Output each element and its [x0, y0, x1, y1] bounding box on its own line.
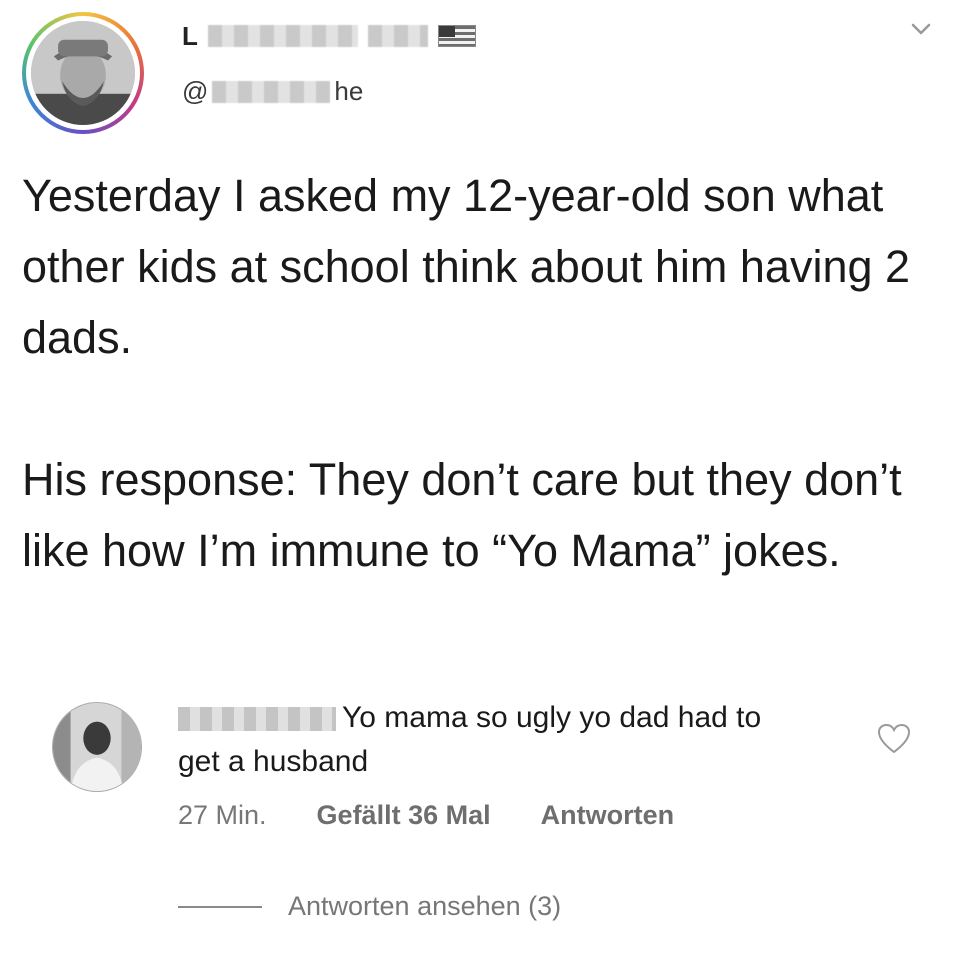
- handle-prefix: @: [182, 76, 209, 106]
- author-handle[interactable]: @ he: [182, 76, 476, 107]
- post-text: Yesterday I asked my 12-year-old son wha…: [22, 160, 938, 586]
- commenter-avatar[interactable]: [52, 702, 142, 792]
- redacted-name: [367, 25, 428, 47]
- heart-icon[interactable]: [876, 722, 912, 756]
- post-screenshot: L @ he Yesterday I asked my 12-year-old …: [0, 0, 960, 960]
- reply-button[interactable]: Antworten: [541, 800, 674, 831]
- redacted-commenter-name[interactable]: [178, 707, 336, 732]
- author-avatar-ring[interactable]: [22, 12, 144, 134]
- commenter-avatar-image: [53, 703, 141, 791]
- author-name-initial: L: [182, 20, 198, 51]
- post-paragraph: Yesterday I asked my 12-year-old son wha…: [22, 170, 911, 363]
- handle-suffix: he: [334, 76, 364, 106]
- comment-time: 27 Min.: [178, 800, 267, 830]
- author-avatar: [31, 21, 135, 125]
- chevron-down-icon[interactable]: [908, 16, 934, 42]
- comment-text: Yo mama so ugly yo dad had to get a husb…: [178, 696, 798, 784]
- redacted-name: [207, 25, 358, 47]
- comment-meta: 27 Min. Gefällt 36 Mal Antworten: [178, 800, 674, 831]
- post-header: L @ he: [22, 10, 938, 134]
- author-avatar-image: [31, 21, 135, 125]
- redacted-handle: [212, 80, 331, 103]
- author-name[interactable]: L: [182, 18, 476, 54]
- post-paragraph: His response: They don’t care but they d…: [22, 454, 902, 576]
- us-flag-icon: [437, 25, 476, 47]
- author-info: L @ he: [182, 18, 476, 107]
- view-replies-label: Antworten ansehen (3): [288, 891, 562, 921]
- replies-divider: [178, 905, 262, 908]
- view-replies-button[interactable]: Antworten ansehen (3): [178, 891, 561, 922]
- comment-likes[interactable]: Gefällt 36 Mal: [317, 800, 491, 831]
